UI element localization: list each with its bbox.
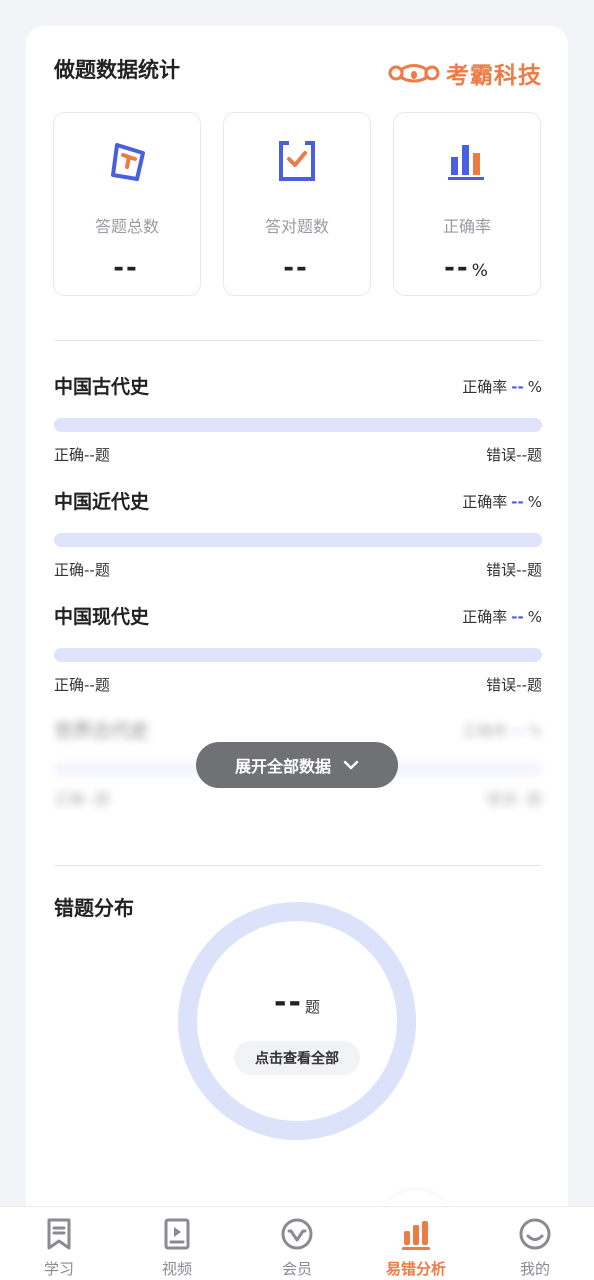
tab-label: 视频 <box>161 1260 192 1278</box>
tab-mine[interactable]: 我的 <box>476 1207 594 1280</box>
correct-count: 正确--题 <box>54 561 110 579</box>
progress-bar <box>54 418 542 432</box>
subject-name: 中国古代史 <box>54 376 150 398</box>
analysis-icon <box>402 1221 430 1250</box>
clipboard-check-icon <box>279 140 315 181</box>
page-title: 做题数据统计 <box>54 58 180 82</box>
correct-count: 正确--题 <box>54 676 110 694</box>
subject-name: 世界古代史 <box>54 720 150 742</box>
stat-label: 答题总数 <box>94 217 159 236</box>
subject-name: 中国现代史 <box>54 606 150 628</box>
tab-label: 学习 <box>43 1260 74 1278</box>
bookmark-icon <box>47 1218 71 1250</box>
subject-row[interactable]: 中国古代史 正确率 --% 正确--题 错误--题 <box>54 372 542 472</box>
progress-bar <box>54 533 542 547</box>
subject-rate: 正确率 --% <box>462 493 542 511</box>
view-all-button[interactable]: 点击查看全部 <box>234 1041 360 1075</box>
wrong-count: 错误--题 <box>486 790 542 808</box>
stat-correct-count: 答对题数 -- <box>223 112 371 296</box>
tab-study[interactable]: 学习 <box>0 1207 118 1280</box>
wrong-count-total: -- 题 <box>274 985 320 1020</box>
bar-chart-icon <box>448 145 484 180</box>
stat-value: -- <box>113 253 139 283</box>
stats-card: 做题数据统计 考霸科技 答题总数 -- 答对题数 -- 正确率 -- % 中国古… <box>26 26 568 1226</box>
vip-icon <box>281 1218 313 1250</box>
tab-label: 我的 <box>519 1260 550 1278</box>
stat-value: -- <box>283 253 309 283</box>
subject-row[interactable]: 中国现代史 正确率 --% 正确--题 错误--题 <box>54 602 542 702</box>
expand-label: 展开全部数据 <box>234 757 331 776</box>
video-icon <box>164 1218 190 1250</box>
stat-value: --% <box>444 253 490 283</box>
tab-label: 会员 <box>281 1260 312 1278</box>
smile-icon <box>519 1218 551 1250</box>
bottom-tab-bar: 学习 视频 会员 易错分析 我的 <box>0 1206 594 1280</box>
answer-total-icon <box>111 143 145 181</box>
correct-count: 正确--题 <box>54 790 110 808</box>
subject-rate: 正确率 --% <box>462 378 542 396</box>
wrong-distribution-title: 错题分布 <box>54 896 134 920</box>
subject-name: 中国近代史 <box>54 491 150 513</box>
subject-rate: 正确率 --% <box>462 722 542 740</box>
wrong-count: 错误--题 <box>486 561 542 579</box>
expand-all-button[interactable]: 展开全部数据 <box>196 742 398 788</box>
divider <box>54 865 542 866</box>
stat-label: 答对题数 <box>264 217 329 236</box>
subject-row[interactable]: 中国近代史 正确率 --% 正确--题 错误--题 <box>54 487 542 587</box>
progress-bar <box>54 648 542 662</box>
wrong-distribution-ring: -- 题 点击查看全部 <box>178 902 416 1140</box>
correct-count: 正确--题 <box>54 446 110 464</box>
stat-accuracy: 正确率 --% <box>393 112 541 296</box>
wrong-count: 错误--题 <box>486 446 542 464</box>
divider <box>54 340 542 341</box>
tab-label: 易错分析 <box>385 1260 446 1278</box>
stat-total-answered: 答题总数 -- <box>53 112 201 296</box>
brand-name: 考霸科技 <box>446 63 542 89</box>
chevron-down-icon <box>343 760 359 770</box>
koala-mascot-icon <box>388 64 440 83</box>
wrong-count: 错误--题 <box>486 676 542 694</box>
tab-error-analysis[interactable]: 易错分析 <box>357 1207 475 1280</box>
stat-label: 正确率 <box>442 217 491 236</box>
subject-rate: 正确率 --% <box>462 608 542 626</box>
stats-row: 答题总数 -- 答对题数 -- 正确率 --% <box>53 112 541 296</box>
tab-vip[interactable]: 会员 <box>238 1207 356 1280</box>
tab-video[interactable]: 视频 <box>118 1207 236 1280</box>
brand-logo: 考霸科技 <box>388 56 542 90</box>
